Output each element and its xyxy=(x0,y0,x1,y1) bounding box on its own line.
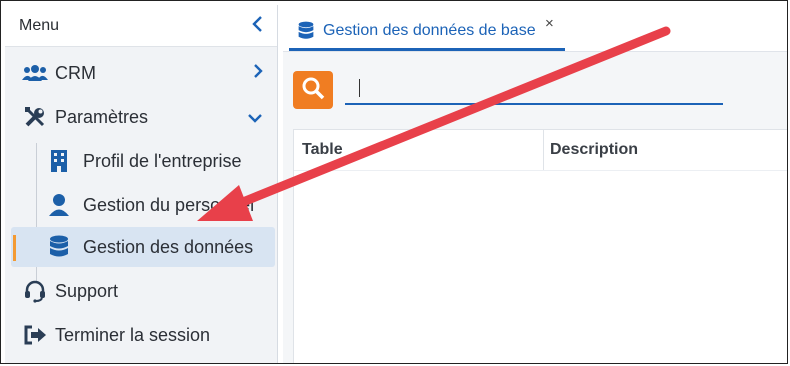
sidebar-item-label: Gestion des données xyxy=(83,236,254,257)
column-header-table[interactable]: Table xyxy=(294,130,544,170)
sidebar-item-label: Gestion du personnel xyxy=(83,194,255,215)
users-icon xyxy=(21,62,49,84)
building-icon xyxy=(45,149,73,173)
chevron-right-icon xyxy=(253,63,263,84)
search-icon xyxy=(301,76,325,105)
column-header-description[interactable]: Description xyxy=(544,130,787,170)
sidebar-item-parametres[interactable]: Paramètres xyxy=(5,97,277,137)
tab-label: Gestion des données de base xyxy=(323,21,536,39)
sidebar-item-donnees[interactable]: Gestion des données xyxy=(11,227,275,267)
sidebar-item-label: Paramètres xyxy=(55,106,149,127)
tab-gestion-donnees-base[interactable]: Gestion des données de base xyxy=(289,13,565,51)
sidebar-item-crm[interactable]: CRM xyxy=(5,53,277,93)
search-input[interactable] xyxy=(345,73,723,105)
header-divider xyxy=(294,170,787,171)
collapse-menu-icon[interactable] xyxy=(251,15,263,37)
sidebar-item-label: Profil de l'entreprise xyxy=(83,150,242,171)
sidebar-item-personnel[interactable]: Gestion du personnel xyxy=(5,185,277,225)
text-cursor xyxy=(359,79,360,97)
sidebar-item-label: Support xyxy=(55,280,119,301)
data-table: Table Description xyxy=(293,129,787,363)
sidebar: Menu CRM Paramètres Profil de l'entrepri… xyxy=(5,5,278,363)
sidebar-item-support[interactable]: Support xyxy=(5,271,277,311)
sidebar-item-label: Terminer la session xyxy=(55,324,211,345)
tab-bar: Gestion des données de base × xyxy=(283,5,787,52)
person-icon xyxy=(45,193,73,217)
headset-icon xyxy=(21,279,49,303)
tools-icon xyxy=(21,105,49,129)
search-button[interactable] xyxy=(293,71,333,109)
search-bar xyxy=(293,69,787,109)
database-icon xyxy=(45,235,73,259)
database-icon xyxy=(297,21,315,41)
menu-title: Menu xyxy=(19,16,60,34)
app-window: Menu CRM Paramètres Profil de l'entrepri… xyxy=(0,0,788,364)
logout-icon xyxy=(21,324,49,346)
menu-header: Menu xyxy=(5,5,277,47)
sidebar-item-label: CRM xyxy=(55,62,96,83)
chevron-down-icon xyxy=(247,107,263,128)
sidebar-item-profil[interactable]: Profil de l'entreprise xyxy=(5,141,277,181)
main-panel: Gestion des données de base × Table Desc… xyxy=(283,5,787,363)
sidebar-item-logout[interactable]: Terminer la session xyxy=(5,315,277,355)
close-tab-icon[interactable]: × xyxy=(545,15,554,32)
active-indicator xyxy=(13,235,16,261)
